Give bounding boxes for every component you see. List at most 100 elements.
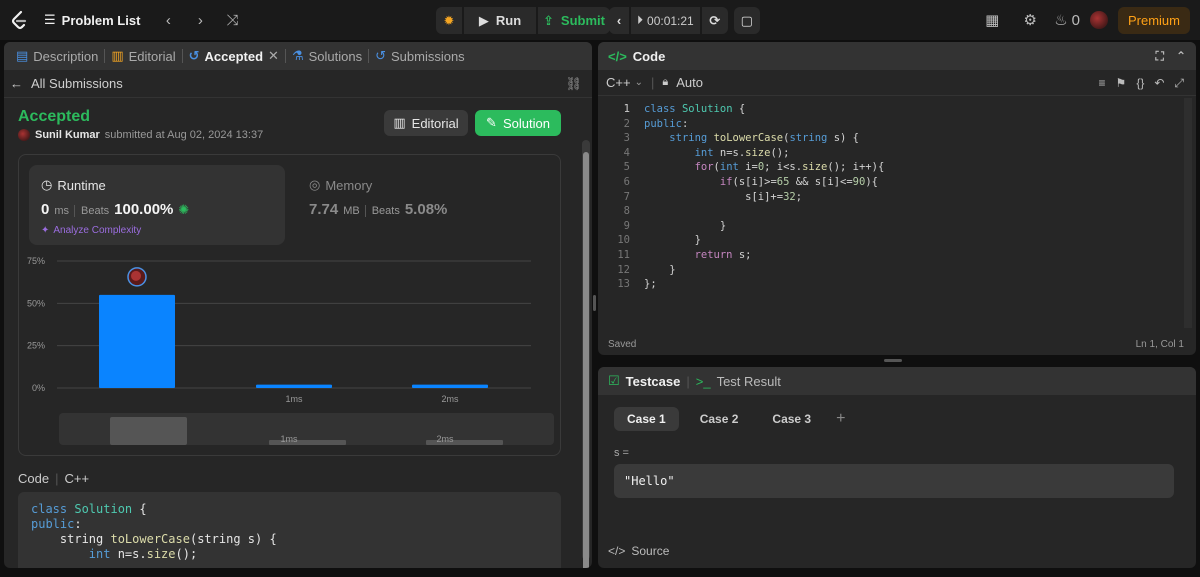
tab-description[interactable]: ▤ Description [10,42,104,70]
stats-box: ◷ Runtime 0 ms Beats 100.00% ✺ ✦ Analyze… [18,154,561,456]
streak-counter[interactable]: ♨ 0 [1054,6,1080,34]
code-editor[interactable]: 1 2 3 4 5 6 7 8 9 10 11 12 13 class Solution {public… [598,98,1196,328]
cloud-upload-icon: ⇪ [543,12,554,28]
submission-detail: Accepted Sunil Kumar submitted at Aug 02… [4,98,578,568]
code-lines[interactable]: class Solution {public: string toLowerCa… [644,102,884,292]
editor-scrollbar[interactable] [1184,98,1192,328]
code-line: for(int i=0; i<s.size(); i++){ [694,161,885,174]
tab-solutions[interactable]: ⚗ Solutions [286,42,368,70]
code-icon: </> [608,544,626,558]
memory-card[interactable]: ◎ Memory 7.74 MB Beats 5.08% [297,165,553,245]
mode-label[interactable]: Auto [676,75,703,90]
case-tab-1[interactable]: Case 1 [614,407,679,431]
note-icon: ▢ [740,12,753,28]
debug-button[interactable]: ✹ [436,7,462,34]
premium-button[interactable]: Premium [1117,6,1190,34]
case-tab-3[interactable]: Case 3 [759,407,824,431]
clap-icon: ✺ [178,202,190,217]
refresh-icon: ⟳ [709,12,721,28]
tab-accepted[interactable]: ↺ Accepted ✕ [183,42,285,70]
line-number: 8 [623,205,630,218]
code-line: }; [644,278,657,291]
cursor-position: Ln 1, Col 1 [1135,339,1184,350]
variable-input[interactable]: "Hello" [614,464,1174,498]
link-icon[interactable]: ⛓ [565,76,582,92]
bookmark-icon[interactable]: ⚑ [1116,76,1127,91]
range-selector-label: 1ms [280,434,298,444]
braces-icon[interactable]: {} [1136,76,1144,91]
beats-label: Beats [74,205,109,217]
line-number: 11 [617,248,630,261]
x-tick-label: 1ms [285,394,303,404]
line-number: 5 [623,161,630,174]
add-case-button[interactable]: + [832,407,849,431]
chevron-up-icon[interactable]: ⌃ [1176,49,1186,64]
all-submissions-link[interactable]: All Submissions [31,76,123,91]
fullscreen-icon[interactable]: ⤢ [1174,76,1184,91]
line-number: 3 [623,132,630,145]
save-status: Saved [608,339,637,350]
code-line: s[i]+=32; [644,190,803,203]
bar-1ms[interactable] [256,384,332,388]
reset-timer-button[interactable]: ⟳ [701,7,728,34]
x-tick-label: 2ms [441,394,459,404]
tab-editorial[interactable]: ▥ Editorial [105,42,181,70]
code-icon: </> [608,48,627,64]
testcase-panel: ☑ Testcase | >_ Test Result Case 1 Case … [598,367,1196,568]
variable-label: s = [614,447,629,459]
tab-test-result[interactable]: >_ Test Result [696,374,781,389]
vertical-resize-handle[interactable] [593,295,596,311]
arrow-left-icon[interactable]: ← [10,76,23,91]
code-line: } [644,219,727,232]
book-icon: ▥ [393,115,406,130]
line-number: 1 [623,103,630,115]
line-number: 13 [617,278,630,291]
gear-icon[interactable]: ⚙ [1016,6,1044,34]
notes-button[interactable]: ▢ [733,7,760,34]
username[interactable]: Sunil Kumar [35,129,100,141]
source-button[interactable]: </> Source [608,544,669,558]
tab-testcase[interactable]: ☑ Testcase [608,373,680,389]
runtime-card[interactable]: ◷ Runtime 0 ms Beats 100.00% ✺ ✦ Analyze… [29,165,285,245]
maximize-icon[interactable]: ⛶ [1156,49,1164,64]
code-label: Code | C++ [18,471,90,486]
layout-grid-icon[interactable]: ▦ [978,6,1006,34]
shuffle-icon[interactable]: ⤨ [218,6,246,34]
bar-0ms[interactable] [99,294,175,388]
play-icon: ▶ [478,12,489,28]
close-icon[interactable]: ✕ [268,48,279,64]
checkbox-icon: ☑ [608,373,620,388]
case-tabs: Case 1 Case 2 Case 3 + [614,407,849,431]
chip-icon: ◎ [309,177,321,192]
history-icon: ↺ [188,48,200,63]
tab-submissions[interactable]: ↺ Submissions [369,42,471,70]
undo-icon[interactable]: ↶ [1154,76,1164,91]
next-problem-icon[interactable]: › [186,6,214,34]
bug-icon: ✹ [443,12,455,28]
solution-button[interactable]: ✎ Solution [475,110,561,136]
terminal-icon: >_ [695,373,711,389]
prev-problem-icon[interactable]: ‹ [154,6,182,34]
scrollbar-thumb[interactable] [583,152,589,568]
analyze-complexity-link[interactable]: ✦ Analyze Complexity [41,225,141,236]
run-button[interactable]: ▶ Run [464,7,536,34]
y-tick-label: 25% [27,341,45,351]
problem-list-button[interactable]: ☰ Problem List [44,12,140,28]
runtime-distribution-chart[interactable]: 0% 25% 50% 75% 1ms 2ms 1ms 2ms [19,251,562,455]
case-tab-2[interactable]: Case 2 [687,407,752,431]
editorial-button[interactable]: ▥ Editorial [384,110,468,136]
avatar[interactable] [1089,11,1108,29]
runtime-beats: 100.00% [114,201,174,218]
bar-2ms[interactable] [412,384,488,388]
code-line: string toLowerCase(string s) { [669,132,859,145]
submit-button[interactable]: ⇪ Submit [538,7,610,34]
history-icon: ↺ [375,48,386,63]
code-preview: class Solution { public: string toLowerC… [18,492,561,568]
timer[interactable]: ⏵ 00:01:21 [631,7,700,34]
format-icon[interactable]: ≡ [1099,76,1106,91]
leetcode-logo[interactable] [8,9,30,31]
timer-collapse-button[interactable]: ‹ [609,7,629,34]
panel-resize-handle[interactable] [884,359,902,362]
left-tabs: ▤ Description ▥ Editorial ↺ Accepted ✕ ⚗… [4,42,592,70]
language-select[interactable]: C++ ⌄ [606,75,643,90]
